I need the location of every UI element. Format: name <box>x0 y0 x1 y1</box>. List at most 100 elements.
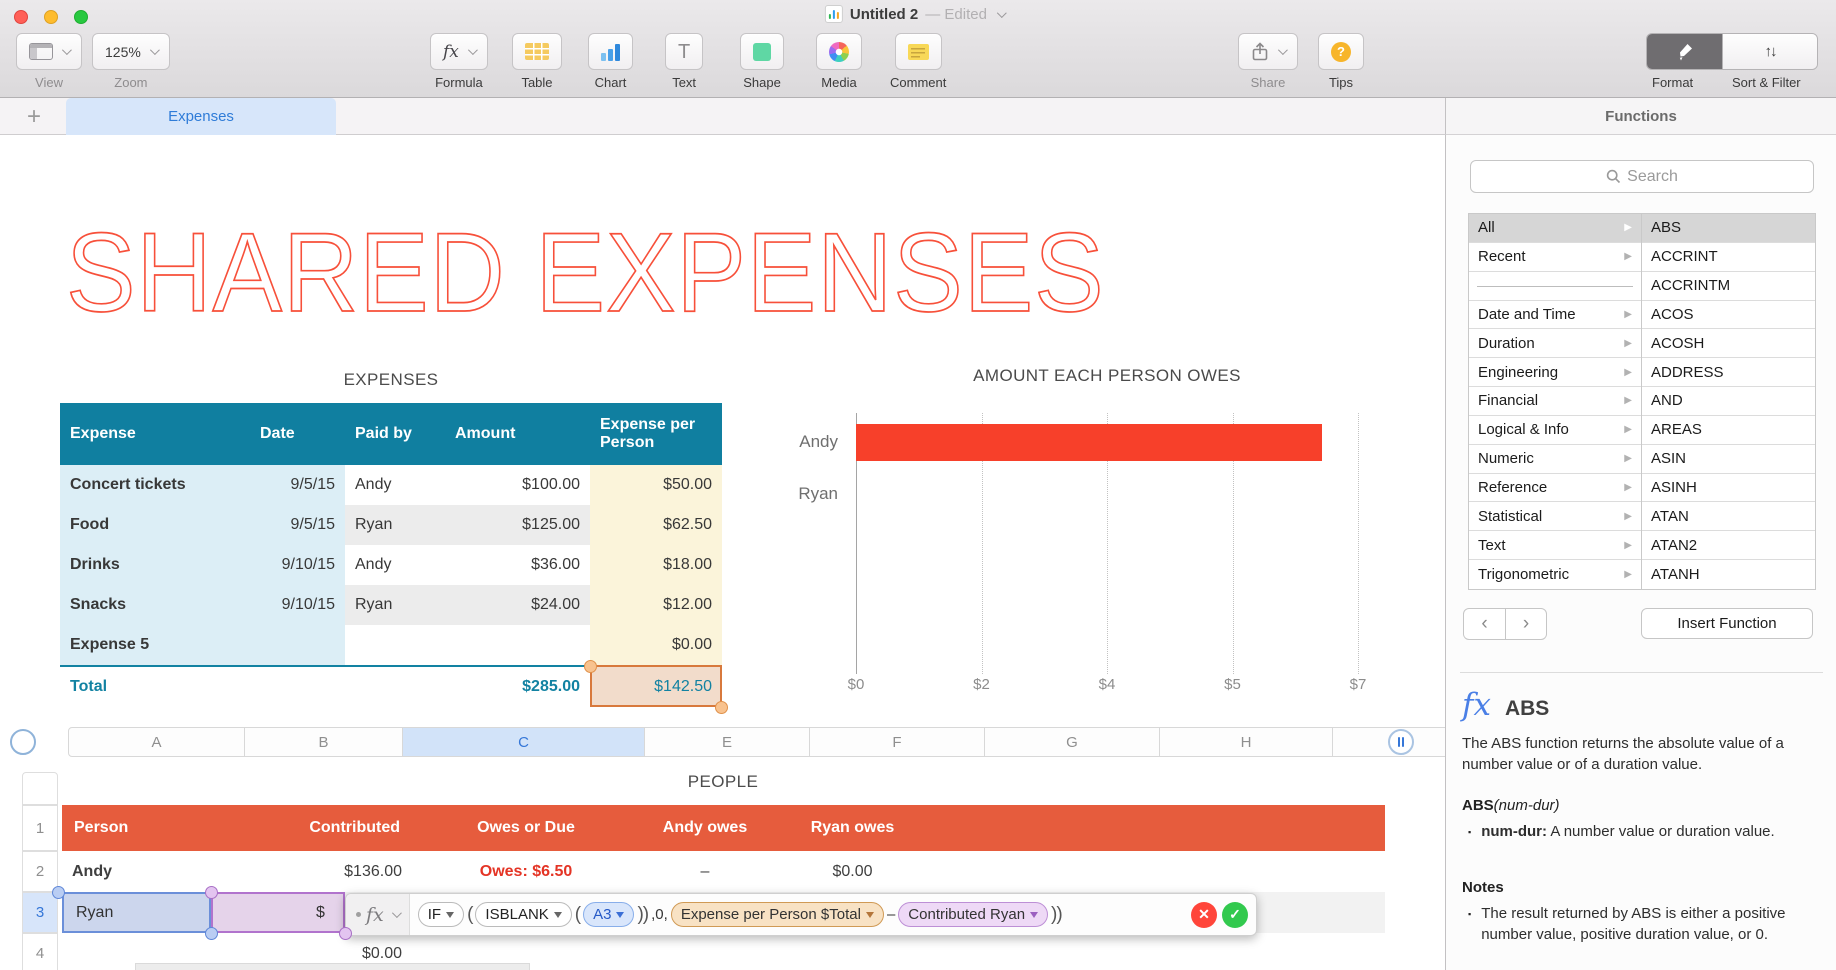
expenses-cell[interactable]: 9/10/15 <box>250 545 345 585</box>
expenses-cell[interactable]: 9/5/15 <box>250 505 345 545</box>
cell-selection-handle[interactable] <box>584 660 597 673</box>
function-item-asin[interactable]: ASIN <box>1642 445 1815 474</box>
formula-accept-button[interactable]: ✓ <box>1222 901 1248 928</box>
formula-token-if[interactable]: IF <box>417 902 465 927</box>
expenses-cell[interactable]: $50.00 <box>590 465 722 505</box>
function-item-address[interactable]: ADDRESS <box>1642 358 1815 388</box>
expenses-header[interactable]: Expense per Person <box>590 403 722 465</box>
people-header[interactable]: Person <box>62 805 211 851</box>
table-select-all-circle[interactable] <box>10 729 36 755</box>
formula-token-a3[interactable]: A3 <box>583 902 635 927</box>
token-dropdown-icon[interactable] <box>865 911 874 918</box>
expenses-header[interactable]: Amount <box>445 403 590 465</box>
expenses-cell[interactable]: $125.00 <box>445 505 590 545</box>
row-header-2[interactable]: 2 <box>22 851 58 892</box>
expenses-cell[interactable]: $62.50 <box>590 505 722 545</box>
expenses-cell[interactable]: Ryan <box>345 585 445 625</box>
tab-expenses[interactable]: Expenses <box>66 98 336 135</box>
function-item-accrintm[interactable]: ACCRINTM <box>1642 272 1815 301</box>
token-dropdown-icon[interactable] <box>1030 911 1039 918</box>
functions-search-field[interactable]: Search <box>1470 160 1814 193</box>
minimize-window-button[interactable] <box>44 10 58 24</box>
expenses-cell[interactable]: Snacks <box>60 585 250 625</box>
column-header-E[interactable]: E <box>645 727 810 757</box>
function-item-abs[interactable]: ABS <box>1642 214 1815 243</box>
column-header-F[interactable]: F <box>810 727 985 757</box>
add-sheet-button[interactable]: + <box>14 98 54 135</box>
expenses-total-cell[interactable] <box>250 665 345 707</box>
format-button[interactable] <box>1647 34 1723 69</box>
token-dropdown-icon[interactable] <box>553 911 562 918</box>
function-category-recent[interactable]: Recent ▶ <box>1469 243 1641 272</box>
formula-token-expense-per-person-total[interactable]: Expense per Person $Total <box>670 902 884 927</box>
function-category-financial[interactable]: Financial ▶ <box>1469 387 1641 416</box>
chart-bar-andy[interactable] <box>856 424 1323 461</box>
sheet-heading[interactable]: SHARED EXPENSES <box>65 208 1105 337</box>
selection-handle-blue[interactable] <box>205 927 218 940</box>
people-header[interactable]: Andy owes <box>640 805 770 851</box>
function-item-atan[interactable]: ATAN <box>1642 502 1815 532</box>
expenses-header[interactable]: Date <box>250 403 345 465</box>
token-dropdown-icon[interactable] <box>446 911 455 918</box>
function-item-and[interactable]: AND <box>1642 387 1815 416</box>
people-header[interactable]: Owes or Due <box>412 805 640 851</box>
people-cell[interactable] <box>935 851 1385 892</box>
people-cell[interactable] <box>935 933 1385 970</box>
expenses-total-label[interactable]: Total <box>60 665 250 707</box>
function-category-engineering[interactable]: Engineering ▶ <box>1469 358 1641 388</box>
expenses-total-amount[interactable]: $285.00 <box>445 665 590 707</box>
expenses-cell[interactable]: $100.00 <box>445 465 590 505</box>
function-item-areas[interactable]: AREAS <box>1642 416 1815 445</box>
function-item-atan2[interactable]: ATAN2 <box>1642 531 1815 561</box>
insert-function-button[interactable]: Insert Function <box>1641 608 1813 639</box>
prev-function-button[interactable]: ‹ <box>1464 609 1505 639</box>
people-cell-owes[interactable]: Owes: $6.50 <box>412 851 640 892</box>
column-header-G[interactable]: G <box>985 727 1160 757</box>
people-header[interactable] <box>935 805 1385 851</box>
function-item-acosh[interactable]: ACOSH <box>1642 329 1815 359</box>
people-cell-contributed[interactable]: $136.00 <box>211 851 412 892</box>
function-category-reference[interactable]: Reference ▶ <box>1469 474 1641 503</box>
expenses-header[interactable]: Paid by <box>345 403 445 465</box>
cell-selection-handle[interactable] <box>715 701 728 714</box>
zoom-button[interactable]: 125% <box>92 33 170 70</box>
close-window-button[interactable] <box>14 10 28 24</box>
people-header[interactable]: Contributed <box>211 805 412 851</box>
expenses-cell[interactable]: Concert tickets <box>60 465 250 505</box>
expenses-cell[interactable]: 9/5/15 <box>250 465 345 505</box>
expenses-cell[interactable]: $36.00 <box>445 545 590 585</box>
expenses-cell[interactable]: Expense 5 <box>60 625 250 665</box>
expenses-cell[interactable]: Andy <box>345 465 445 505</box>
table-resize-circle[interactable] <box>1388 729 1414 755</box>
expenses-cell[interactable]: $12.00 <box>590 585 722 625</box>
row-header-1[interactable]: 1 <box>22 805 58 851</box>
view-button[interactable] <box>16 33 82 70</box>
people-table-title[interactable]: PEOPLE <box>688 772 758 792</box>
expenses-cell[interactable]: Drinks <box>60 545 250 585</box>
people-cell-ryan-owes[interactable]: $0.00 <box>770 851 935 892</box>
formula-button[interactable]: fx <box>430 33 488 70</box>
expenses-cell[interactable] <box>445 625 590 665</box>
media-button[interactable] <box>816 33 862 70</box>
function-item-accrint[interactable]: ACCRINT <box>1642 243 1815 272</box>
text-button[interactable]: T <box>665 33 704 70</box>
shape-button[interactable] <box>740 33 784 70</box>
selection-handle-purple[interactable] <box>339 927 352 940</box>
expenses-header[interactable]: Expense <box>60 403 250 465</box>
expenses-cell[interactable] <box>345 625 445 665</box>
chart-button[interactable] <box>588 33 633 70</box>
expenses-cell[interactable]: Food <box>60 505 250 545</box>
expenses-cell[interactable]: Ryan <box>345 505 445 545</box>
formula-cancel-button[interactable]: ✕ <box>1191 901 1217 928</box>
selected-cell-contributed-ryan[interactable]: $ <box>211 892 345 933</box>
expenses-cell[interactable]: 9/10/15 <box>250 585 345 625</box>
share-button[interactable] <box>1238 33 1298 70</box>
comment-button[interactable] <box>894 33 942 70</box>
function-category-all[interactable]: All ▶ <box>1469 214 1641 243</box>
function-category-statistical[interactable]: Statistical ▶ <box>1469 502 1641 532</box>
row-header-3[interactable]: 3 <box>22 892 58 933</box>
function-category-duration[interactable]: Duration ▶ <box>1469 329 1641 359</box>
formula-token-isblank[interactable]: ISBLANK <box>475 902 572 927</box>
tips-button[interactable]: ? <box>1318 33 1364 70</box>
expenses-total-cell[interactable] <box>345 665 445 707</box>
